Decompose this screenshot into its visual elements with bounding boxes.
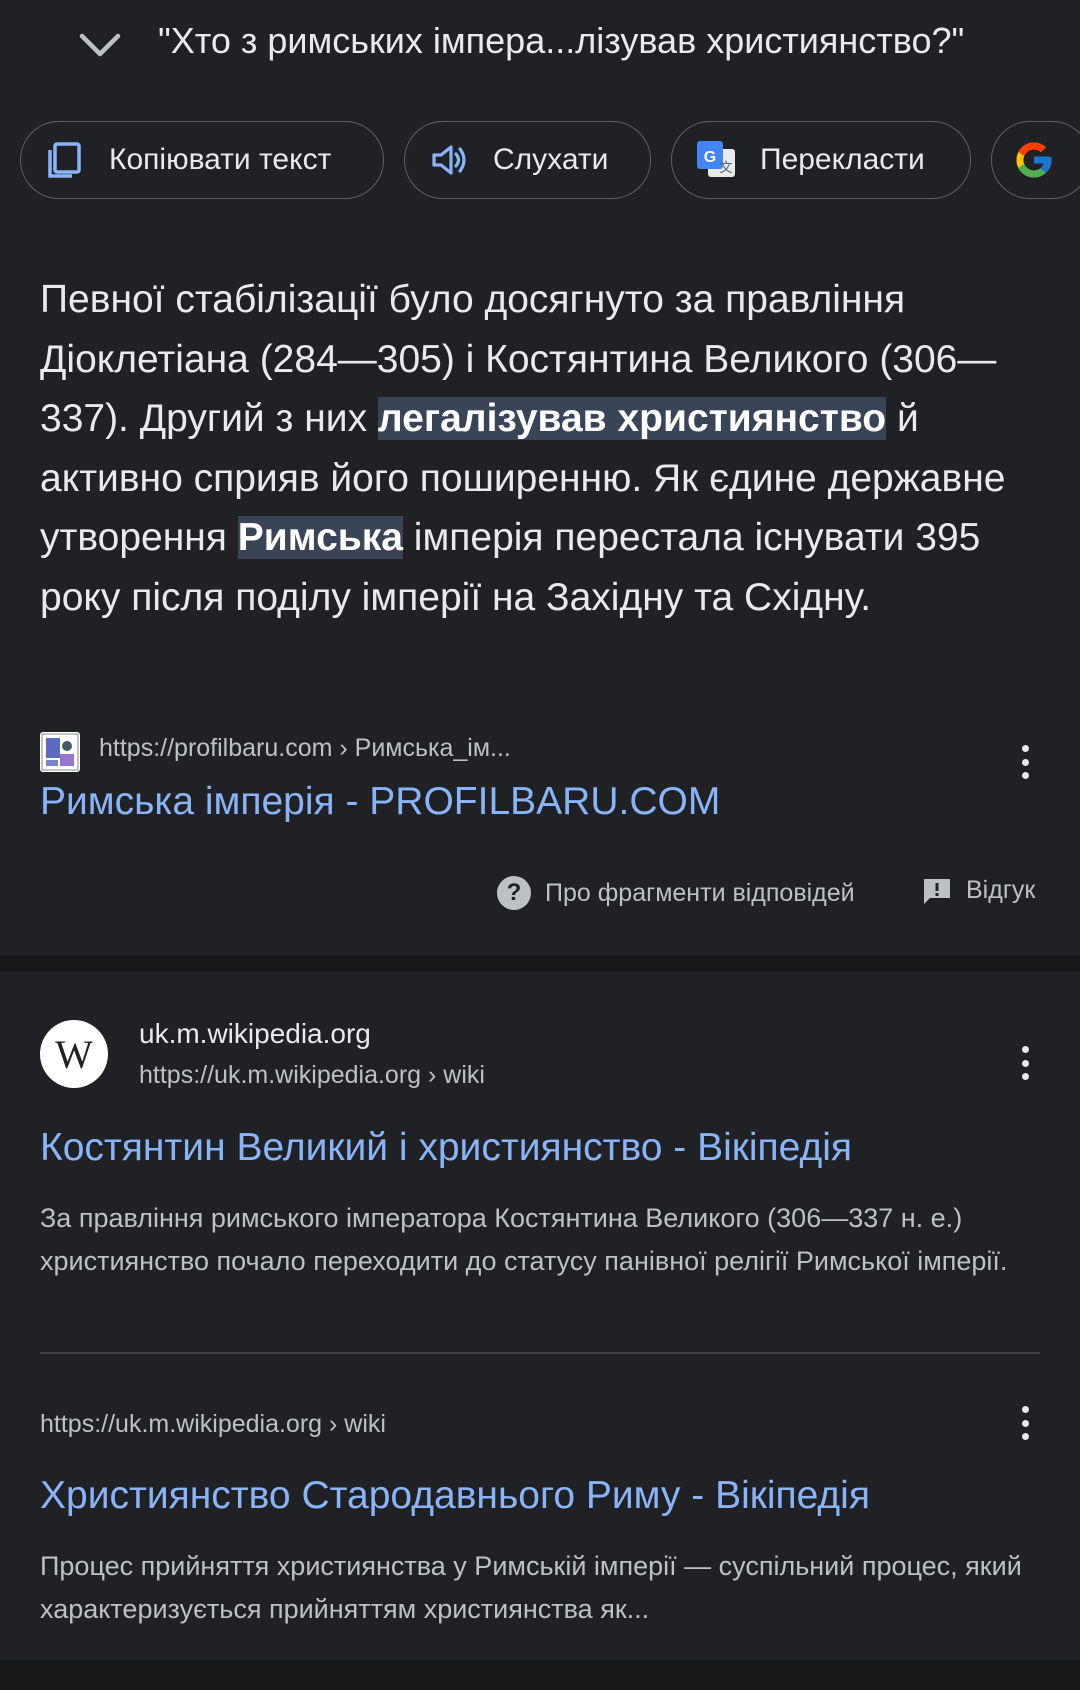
listen-button[interactable]: Слухати xyxy=(404,121,651,199)
profilbaru-favicon xyxy=(40,732,80,772)
google-icon xyxy=(1012,138,1056,182)
wikipedia-logo-icon: W xyxy=(40,1020,108,1088)
featured-snippet-text: Певної стабілізації було досягнуто за пр… xyxy=(40,270,1040,627)
about-label: Про фрагменти відповідей xyxy=(545,878,855,907)
section-divider xyxy=(0,955,1080,971)
feedback-icon xyxy=(924,878,950,904)
site-name: uk.m.wikipedia.org xyxy=(139,1018,371,1049)
snippet-highlight: легалізував християнство xyxy=(377,397,887,440)
more-options-icon[interactable] xyxy=(1020,1406,1030,1440)
more-options-icon[interactable] xyxy=(1020,745,1030,779)
result-url: https://uk.m.wikipedia.org › wiki xyxy=(40,1410,386,1438)
section-divider xyxy=(0,1660,1080,1690)
source-title-link[interactable]: Римська імперія - PROFILBARU.COM xyxy=(40,780,720,824)
translate-button[interactable]: G 文 Перекласти xyxy=(671,121,971,199)
help-icon: ? xyxy=(497,876,531,910)
feedback-button[interactable]: Відгук xyxy=(922,876,1035,905)
svg-text:G: G xyxy=(704,149,716,166)
feedback-label: Відгук xyxy=(966,876,1036,904)
snippet-highlight: Римська xyxy=(237,516,403,559)
copy-text-label: Копіювати текст xyxy=(109,143,332,176)
search-query[interactable]: "Хто з римських імпера...лізував христия… xyxy=(158,20,964,62)
result-title-link[interactable]: Костянтин Великий і християнство - Вікіп… xyxy=(40,1126,852,1170)
result-description: Процес прийняття християнства у Римській… xyxy=(40,1551,1022,1624)
copy-icon xyxy=(43,138,87,182)
speaker-icon xyxy=(427,138,471,182)
action-chips: Копіювати текст Слухати G 文 Перекласти xyxy=(20,121,1080,203)
chevron-down-icon[interactable] xyxy=(78,26,122,66)
google-lens-button[interactable] xyxy=(991,121,1080,199)
source-url: https://profilbaru.com › Римська_ім... xyxy=(99,734,511,762)
copy-text-button[interactable]: Копіювати текст xyxy=(20,121,384,199)
result-url: https://uk.m.wikipedia.org › wiki xyxy=(139,1061,485,1089)
svg-text:文: 文 xyxy=(719,160,732,175)
about-featured-snippets-button[interactable]: ? Про фрагменти відповідей xyxy=(497,876,855,910)
translate-label: Перекласти xyxy=(760,143,925,176)
listen-label: Слухати xyxy=(493,143,609,176)
result-title-link[interactable]: Християнство Стародавнього Риму - Вікіпе… xyxy=(40,1474,870,1518)
result-divider xyxy=(40,1352,1040,1354)
more-options-icon[interactable] xyxy=(1020,1046,1030,1080)
translate-icon: G 文 xyxy=(694,138,738,182)
result-description: За правління римського імператора Костян… xyxy=(40,1203,1008,1276)
